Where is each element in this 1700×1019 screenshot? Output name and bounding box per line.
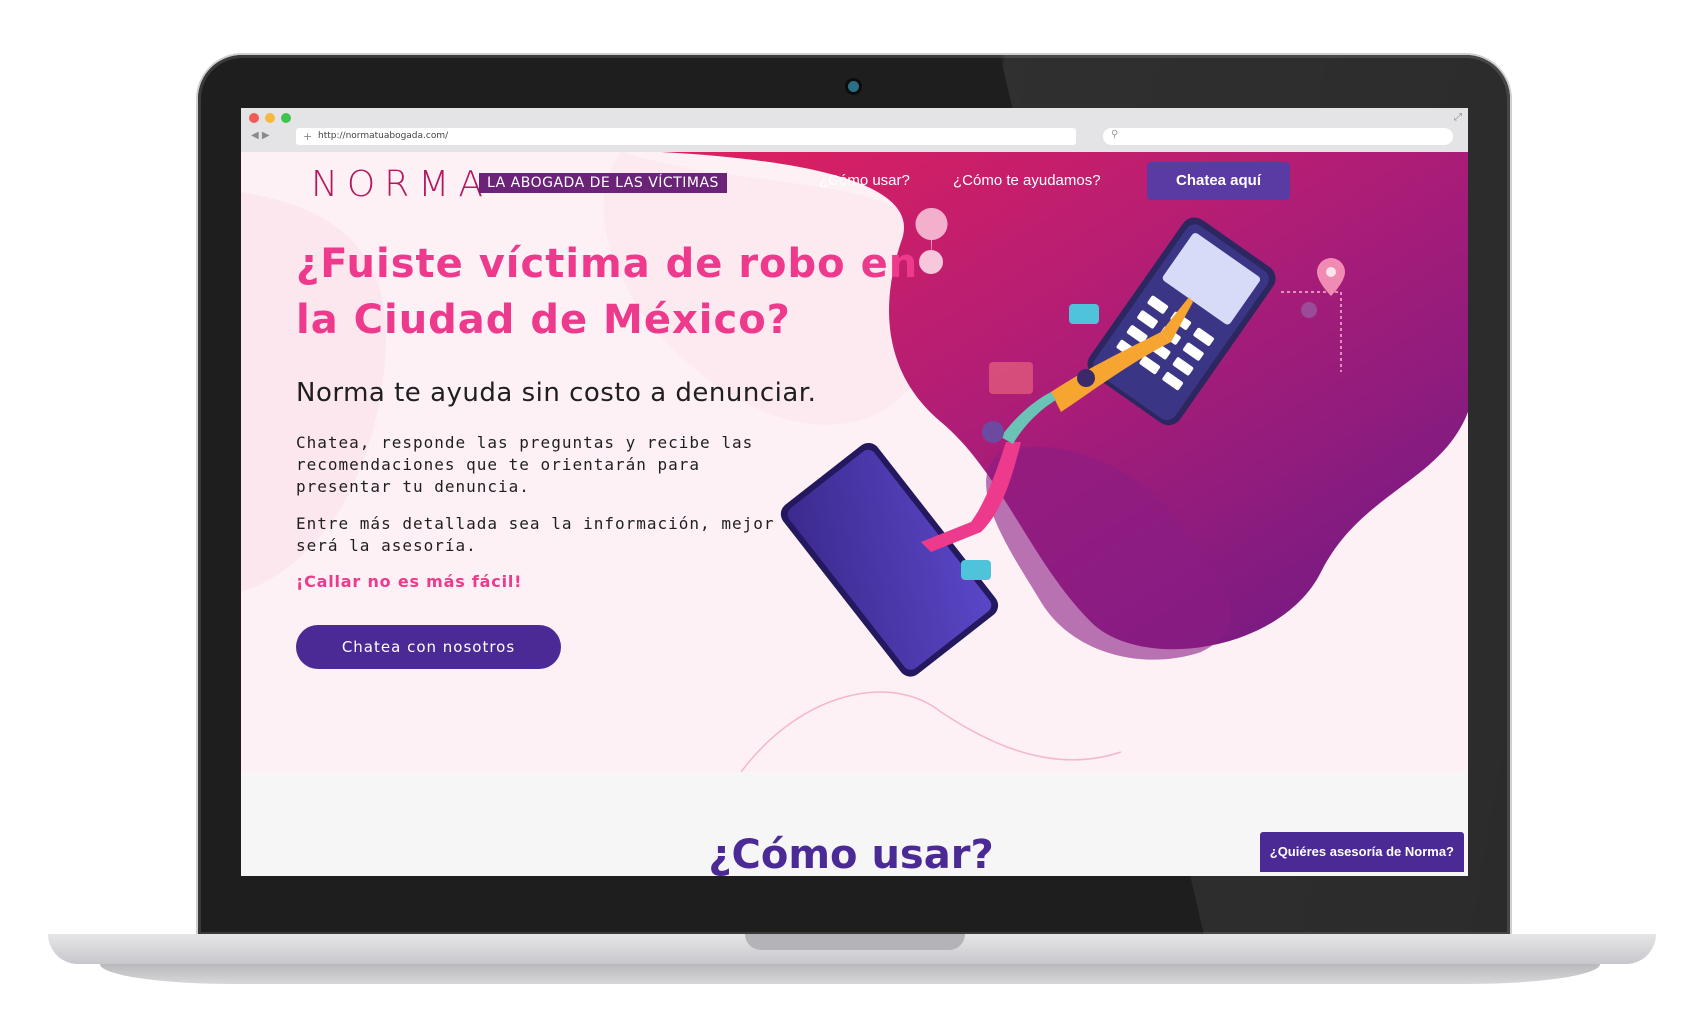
close-window-icon[interactable] bbox=[249, 113, 259, 123]
hero-headline: ¿Fuiste víctima de robo en la Ciudad de … bbox=[296, 236, 976, 348]
browser-toolbar: ◀ ▶ + http://normatuabogada.com/ ⚲ ⤢ bbox=[241, 108, 1468, 153]
section-title: ¿Cómo usar? bbox=[708, 832, 994, 876]
screen: ◀ ▶ + http://normatuabogada.com/ ⚲ ⤢ NOR… bbox=[241, 108, 1468, 876]
fullscreen-icon[interactable]: ⤢ bbox=[1454, 112, 1462, 123]
chatea-con-nosotros-button[interactable]: Chatea con nosotros bbox=[296, 625, 561, 669]
url-text: http://normatuabogada.com/ bbox=[318, 131, 449, 141]
hero-callout: ¡Callar no es más fácil! bbox=[296, 572, 523, 591]
address-bar[interactable]: + http://normatuabogada.com/ bbox=[296, 128, 1076, 145]
hero-section: NORMA LA ABOGADA DE LAS VÍCTIMAS ¿Cómo u… bbox=[241, 152, 1468, 772]
laptop-base-shadow bbox=[100, 964, 1600, 984]
back-forward-icon[interactable]: ◀ ▶ bbox=[251, 130, 270, 141]
nav-link-como-usar[interactable]: ¿Cómo usar? bbox=[819, 172, 910, 189]
maximize-window-icon[interactable] bbox=[281, 113, 291, 123]
nav-link-como-te-ayudamos[interactable]: ¿Cómo te ayudamos? bbox=[953, 172, 1101, 189]
minimize-window-icon[interactable] bbox=[265, 113, 275, 123]
logo-tagline: LA ABOGADA DE LAS VÍCTIMAS bbox=[479, 173, 727, 193]
logo-wordmark: NORMA bbox=[311, 164, 492, 205]
hero-paragraph-1: Chatea, responde las preguntas y recibe … bbox=[296, 433, 754, 496]
hero-paragraph-2: Entre más detallada sea la información, … bbox=[296, 514, 775, 555]
laptop-notch bbox=[745, 934, 965, 950]
plus-icon[interactable]: + bbox=[303, 128, 312, 145]
headline-line-2: la Ciudad de México? bbox=[296, 297, 791, 343]
hero-subhead: Norma te ayuda sin costo a denunciar. bbox=[296, 378, 817, 408]
search-icon: ⚲ bbox=[1111, 129, 1119, 140]
asesoria-floating-tab[interactable]: ¿Quiéres asesoría de Norma? bbox=[1259, 832, 1464, 872]
browser-search-input[interactable]: ⚲ bbox=[1103, 128, 1453, 145]
camera-icon bbox=[848, 81, 859, 92]
chatea-aqui-button[interactable]: Chatea aquí bbox=[1147, 162, 1290, 200]
web-page: NORMA LA ABOGADA DE LAS VÍCTIMAS ¿Cómo u… bbox=[241, 152, 1468, 876]
headline-line-1: ¿Fuiste víctima de robo en bbox=[296, 241, 919, 287]
